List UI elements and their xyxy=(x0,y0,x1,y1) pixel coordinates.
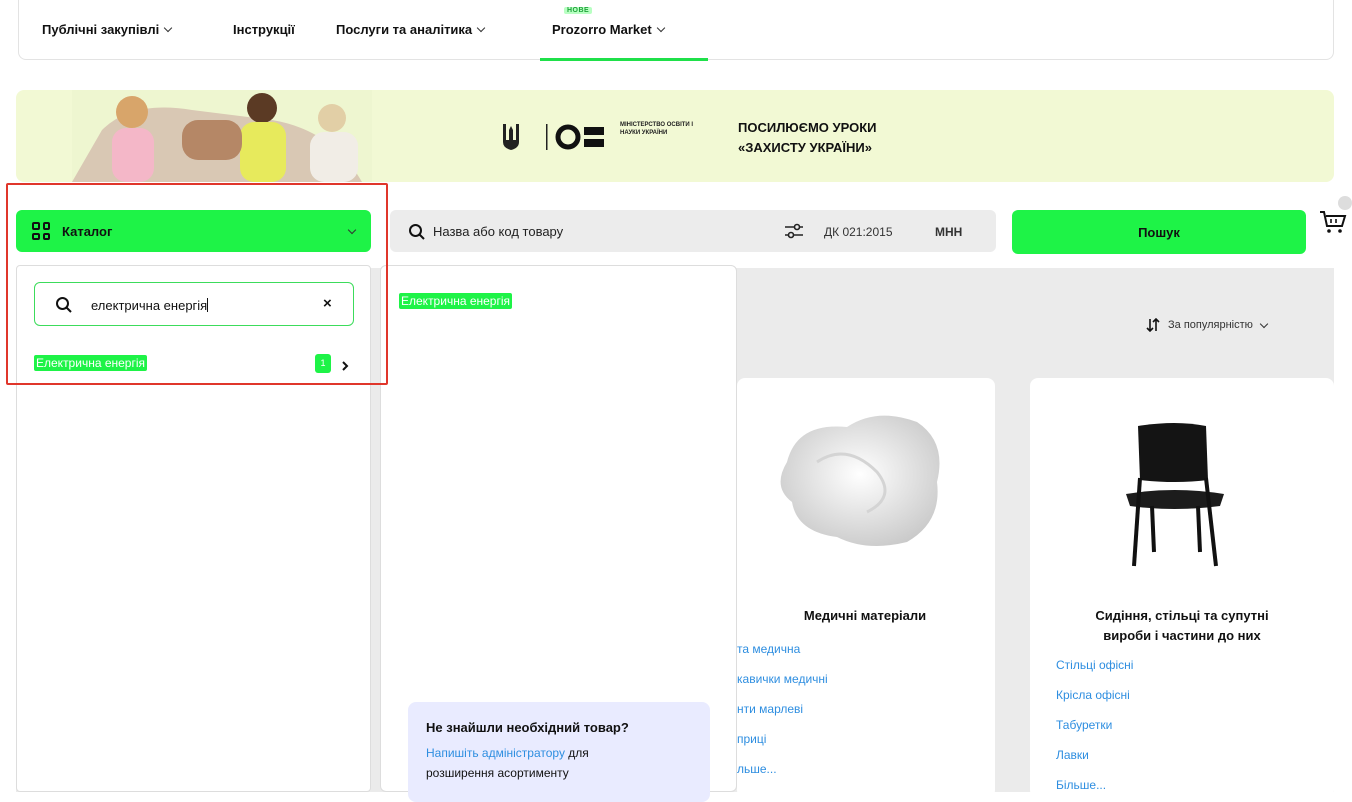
product-title: Сидіння, стільці та супутні вироби і час… xyxy=(1050,606,1314,646)
product-link[interactable]: Лавки xyxy=(1056,740,1133,770)
top-nav xyxy=(18,0,1334,60)
not-found-title: Не знайшли необхідний товар? xyxy=(426,720,629,735)
not-found-box: Не знайшли необхідний товар? Напишіть ад… xyxy=(408,702,710,802)
catalog-button[interactable]: Каталог xyxy=(16,210,371,252)
product-title: Медичні матеріали xyxy=(803,608,927,623)
catalog-search-input[interactable]: електрична енергія xyxy=(91,298,208,313)
result-label: Електрична енергія xyxy=(34,355,148,371)
medical-materials-image xyxy=(780,415,940,546)
subcategory-label: Електрична енергія xyxy=(399,293,513,309)
product-links: та медична кавички медичні нти марлеві п… xyxy=(737,634,828,784)
nav-public-procurement[interactable]: Публічні закупівлі xyxy=(42,22,173,37)
product-link[interactable]: Табуретки xyxy=(1056,710,1133,740)
nav-services-analytics[interactable]: Послуги та аналітика xyxy=(336,22,486,37)
product-title-line1: Сидіння, стільці та супутні xyxy=(1095,608,1269,623)
active-tab-indicator xyxy=(540,58,708,61)
nav-label: Публічні закупівлі xyxy=(42,22,160,37)
product-card-seating[interactable]: Сидіння, стільці та супутні вироби і час… xyxy=(1030,378,1334,798)
product-link[interactable]: Більше... xyxy=(1056,770,1133,800)
new-badge: НОВЕ xyxy=(564,7,593,14)
product-link[interactable]: приці xyxy=(737,724,828,754)
nav-prozorro-market[interactable]: Prozorro Market xyxy=(552,22,665,37)
not-found-text-part: для xyxy=(564,746,589,760)
chevron-down-icon xyxy=(476,23,486,33)
product-card-medical[interactable]: Медичні матеріали та медична кавички мед… xyxy=(737,378,995,798)
nav-label: Інструкції xyxy=(233,22,295,37)
trident-icon xyxy=(503,124,519,150)
result-count-badge: 1 xyxy=(315,354,331,373)
catalog-label: Каталог xyxy=(62,223,113,239)
nav-label: Послуги та аналітика xyxy=(336,22,473,37)
chevron-down-icon xyxy=(347,225,357,234)
product-title-line2: вироби і частини до них xyxy=(1103,628,1261,643)
sort-icon xyxy=(1146,318,1160,332)
search-icon xyxy=(56,297,72,313)
not-found-text-line2: розширення асортименту xyxy=(426,766,569,780)
catalog-search[interactable]: електрична енергія × xyxy=(34,282,354,326)
grid-icon xyxy=(32,222,50,240)
product-search[interactable]: Назва або код товару ДК 021:2015 МНН xyxy=(390,210,996,252)
nav-label: Prozorro Market xyxy=(552,22,652,37)
product-link[interactable]: льше... xyxy=(737,754,828,784)
catalog-result-item[interactable]: Електрична енергія xyxy=(34,354,148,372)
product-link[interactable]: Крісла офісні xyxy=(1056,680,1133,710)
chevron-right-icon[interactable] xyxy=(341,360,349,372)
catalog-categories-panel xyxy=(16,265,371,792)
chevron-down-icon xyxy=(656,23,665,33)
children-photo xyxy=(72,90,372,182)
contact-admin-link[interactable]: Напишіть адміністратору xyxy=(426,746,565,760)
subcategory-item[interactable]: Електрична енергія xyxy=(399,292,513,310)
cart-icon[interactable] xyxy=(1318,208,1348,238)
close-icon[interactable]: × xyxy=(323,295,332,312)
search-input[interactable]: Назва або код товару xyxy=(433,224,563,239)
banner-title-line1: ПОСИЛЮЄМО УРОКИ xyxy=(738,120,877,135)
dk-filter[interactable]: ДК 021:2015 xyxy=(824,225,893,239)
product-link[interactable]: та медична xyxy=(737,634,828,664)
mnn-filter[interactable]: МНН xyxy=(935,225,962,239)
banner-title: ПОСИЛЮЄМО УРОКИ «ЗАХИСТУ УКРАЇНИ» xyxy=(738,118,877,158)
product-link[interactable]: кавички медичні xyxy=(737,664,828,694)
product-link[interactable]: Стільці офісні xyxy=(1056,650,1133,680)
sort-control[interactable]: За популярністю xyxy=(1146,318,1269,332)
chevron-down-icon xyxy=(1259,319,1269,328)
chair-image xyxy=(1126,423,1224,567)
sort-label: За популярністю xyxy=(1168,319,1253,331)
filter-icon[interactable] xyxy=(783,222,805,240)
product-link[interactable]: нти марлеві xyxy=(737,694,828,724)
search-button[interactable]: Пошук xyxy=(1012,210,1306,254)
ministry-text: МІНІСТЕРСТВО ОСВІТИ І НАУКИ УКРАЇНИ xyxy=(620,122,694,136)
banner-title-line2: «ЗАХИСТУ УКРАЇНИ» xyxy=(738,140,872,155)
not-found-text: Напишіть адміністратору для розширення а… xyxy=(426,743,692,783)
nav-instructions[interactable]: Інструкції xyxy=(233,22,295,37)
chevron-down-icon xyxy=(163,23,173,33)
ministry-logo-icon xyxy=(546,124,604,150)
product-links: Стільці офісні Крісла офісні Табуретки Л… xyxy=(1056,650,1133,800)
search-icon xyxy=(409,224,425,240)
